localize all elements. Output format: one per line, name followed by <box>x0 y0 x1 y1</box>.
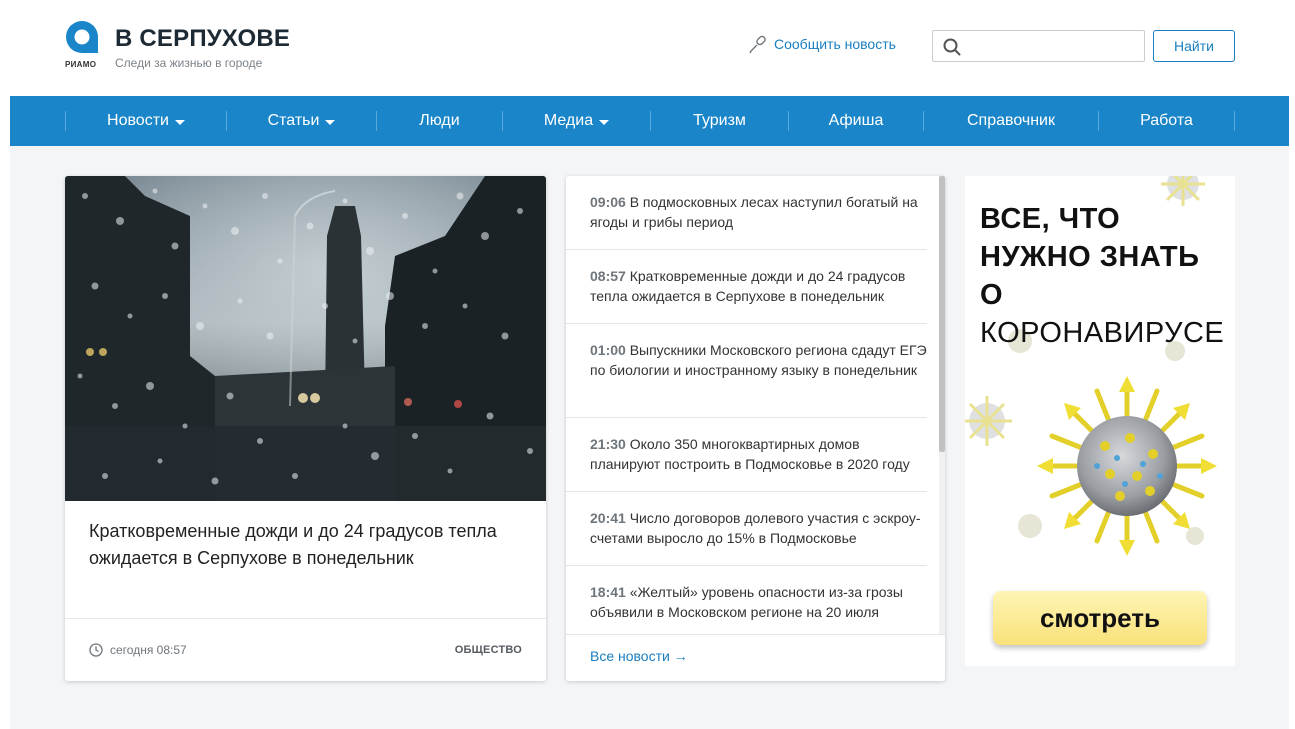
banner-line-thin: КОРОНАВИРУСЕ <box>980 317 1225 349</box>
news-time: 09:06 <box>590 194 626 210</box>
divider <box>566 417 927 418</box>
banner-heading: ВСЕ, ЧТО НУЖНО ЗНАТЬ О КОРОНАВИРУСЕ <box>980 200 1235 352</box>
news-text: Число договоров долевого участия с эскро… <box>590 510 921 546</box>
divider <box>566 565 927 566</box>
all-news-link[interactable]: Все новости → <box>590 648 688 664</box>
banner-line: ВСЕ, ЧТО <box>980 203 1121 235</box>
report-news-link[interactable]: Сообщить новость <box>748 34 896 54</box>
report-news-label: Сообщить новость <box>774 36 896 52</box>
news-time: 08:57 <box>590 268 626 284</box>
divider <box>566 249 927 250</box>
news-feed-item[interactable]: 18:41 «Желтый» уровень опасности из-за г… <box>566 582 927 622</box>
news-text: «Желтый» уровень опасности из-за грозы о… <box>590 584 903 620</box>
nav-item-people[interactable]: Люди <box>377 96 502 146</box>
nav-item-label: Работа <box>1140 112 1193 129</box>
microphone-icon <box>749 35 766 54</box>
search-icon <box>943 38 961 56</box>
nav-item-label: Афиша <box>828 112 884 129</box>
nav-item-articles[interactable]: Статьи <box>227 96 376 146</box>
article-rubric[interactable]: ОБЩЕСТВО <box>455 644 522 656</box>
banner-line: О КОРОНАВИРУСЕ <box>980 276 1235 352</box>
coronavirus-banner[interactable]: ВСЕ, ЧТО НУЖНО ЗНАТЬ О КОРОНАВИРУСЕ смот… <box>965 176 1235 666</box>
chevron-down-icon <box>599 119 610 125</box>
nav-item-label: Новости <box>107 112 169 129</box>
news-time: 20:41 <box>590 510 626 526</box>
divider <box>566 491 927 492</box>
news-time: 01:00 <box>590 342 626 358</box>
news-text: Выпускники Московского региона сдадут ЕГ… <box>590 342 927 378</box>
scrollbar-thumb[interactable] <box>939 176 945 452</box>
clock-icon <box>89 643 103 657</box>
banner-line-bold: О <box>980 279 1004 311</box>
nav-item-tourism[interactable]: Туризм <box>651 96 788 146</box>
article-time-text: сегодня 08:57 <box>110 643 187 657</box>
news-feed-item[interactable]: 08:57 Кратковременные дожди и до 24 град… <box>566 266 927 306</box>
site-title[interactable]: В СЕРПУХОВЕ <box>115 25 290 53</box>
main-navigation: Новости Статьи Люди Медиа Туризм Афиша С… <box>10 96 1289 146</box>
news-time: 18:41 <box>590 584 626 600</box>
search-field[interactable] <box>932 30 1145 62</box>
news-text: Кратковременные дожди и до 24 градусов т… <box>590 268 906 304</box>
nav-item-news[interactable]: Новости <box>66 96 226 146</box>
nav-item-label: Медиа <box>543 112 594 129</box>
nav-item-directory[interactable]: Справочник <box>924 96 1098 146</box>
main-article-card[interactable]: Кратковременные дожди и до 24 градусов т… <box>65 176 546 681</box>
main-article-footer: сегодня 08:57 ОБЩЕСТВО <box>65 618 546 681</box>
nav-item-jobs[interactable]: Работа <box>1099 96 1234 146</box>
nav-item-label: Туризм <box>693 112 746 129</box>
news-feed-list[interactable]: 09:06 В подмосковных лесах наступил бога… <box>566 176 938 634</box>
riamo-logo[interactable]: РИАМО <box>65 20 101 72</box>
nav-separator <box>1234 111 1235 131</box>
news-text: В подмосковных лесах наступил богатый на… <box>590 194 918 230</box>
divider <box>566 634 945 635</box>
site-tagline: Следи за жизнью в городе <box>115 56 263 70</box>
news-feed-item[interactable]: 20:41 Число договоров долевого участия с… <box>566 508 927 548</box>
chevron-down-icon <box>174 119 185 125</box>
banner-watch-button[interactable]: смотреть <box>993 591 1207 645</box>
search-input[interactable] <box>969 35 1139 57</box>
main-article-title[interactable]: Кратковременные дожди и до 24 градусов т… <box>89 518 529 572</box>
news-feed-item[interactable]: 21:30 Около 350 многоквартирных домов пл… <box>566 434 927 474</box>
logo-icon <box>66 21 98 53</box>
article-photo <box>65 176 546 501</box>
news-feed-item[interactable]: 01:00 Выпускники Московского региона сда… <box>566 340 927 380</box>
divider <box>566 323 927 324</box>
chevron-down-icon <box>325 119 336 125</box>
news-feed-item[interactable]: 09:06 В подмосковных лесах наступил бога… <box>566 192 927 232</box>
article-time: сегодня 08:57 <box>89 643 187 657</box>
news-text: Около 350 многоквартирных домов планирую… <box>590 436 910 472</box>
nav-item-label: Статьи <box>267 112 320 129</box>
banner-line: НУЖНО ЗНАТЬ <box>980 241 1200 273</box>
nav-item-label: Люди <box>419 112 460 129</box>
nav-item-media[interactable]: Медиа <box>503 96 650 146</box>
search-button[interactable]: Найти <box>1153 30 1235 62</box>
news-feed-panel: 09:06 В подмосковных лесах наступил бога… <box>566 176 945 681</box>
nav-item-label: Справочник <box>967 112 1055 129</box>
logo-caption: РИАМО <box>65 60 97 69</box>
news-time: 21:30 <box>590 436 626 452</box>
nav-item-afisha[interactable]: Афиша <box>789 96 923 146</box>
